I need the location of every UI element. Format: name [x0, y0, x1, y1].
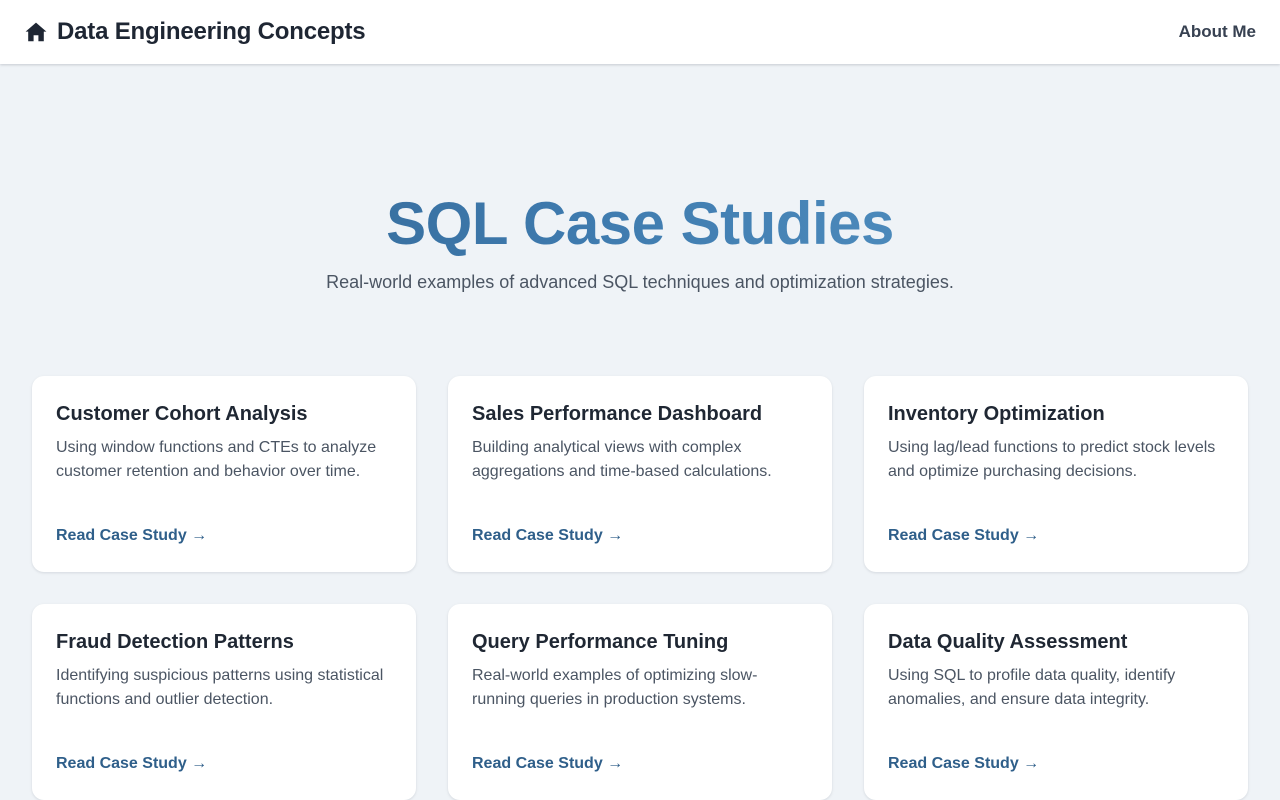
card-title: Sales Performance Dashboard	[472, 403, 763, 425]
card-description: Real-world examples of optimizing slow-r…	[472, 667, 758, 708]
card-description: Using lag/lead functions to predict stoc…	[888, 439, 1216, 480]
read-case-study-link[interactable]: Read Case Study →	[472, 754, 623, 774]
hero-section: SQL Case Studies Real-world examples of …	[0, 64, 1280, 364]
read-case-study-link[interactable]: Read Case Study →	[472, 526, 623, 546]
card-description: Using SQL to profile data quality, ident…	[888, 667, 1176, 708]
case-study-card[interactable]: Sales Performance Dashboard Building ana…	[448, 376, 832, 572]
read-case-study-link[interactable]: Read Case Study →	[56, 526, 207, 546]
page-subtitle: Real-world examples of advanced SQL tech…	[326, 272, 954, 292]
case-study-card[interactable]: Customer Cohort Analysis Using window fu…	[32, 376, 416, 572]
card-title: Inventory Optimization	[888, 403, 1105, 425]
card-description: Using window functions and CTEs to analy…	[56, 439, 377, 480]
card-description: Identifying suspicious patterns using st…	[56, 667, 384, 708]
case-study-card[interactable]: Query Performance Tuning Real-world exam…	[448, 604, 832, 800]
top-navbar: Data Engineering Concepts About Me	[0, 0, 1280, 64]
card-description: Building analytical views with complex a…	[472, 439, 772, 480]
read-case-study-link[interactable]: Read Case Study →	[56, 754, 207, 774]
card-title: Fraud Detection Patterns	[56, 631, 294, 653]
read-case-study-link[interactable]: Read Case Study →	[888, 754, 1039, 774]
case-study-card[interactable]: Data Quality Assessment Using SQL to pro…	[864, 604, 1248, 800]
case-study-card[interactable]: Fraud Detection Patterns Identifying sus…	[32, 604, 416, 800]
home-icon	[24, 20, 48, 44]
card-title: Query Performance Tuning	[472, 631, 729, 653]
card-title: Customer Cohort Analysis	[56, 403, 308, 425]
page-title: SQL Case Studies	[0, 188, 1280, 260]
site-title: Data Engineering Concepts	[57, 18, 366, 45]
case-study-grid: Customer Cohort Analysis Using window fu…	[32, 376, 1248, 800]
card-title: Data Quality Assessment	[888, 631, 1128, 653]
read-case-study-link[interactable]: Read Case Study →	[888, 526, 1039, 546]
case-study-card[interactable]: Inventory Optimization Using lag/lead fu…	[864, 376, 1248, 572]
home-link[interactable]: Data Engineering Concepts	[24, 18, 366, 46]
about-me-link[interactable]: About Me	[1179, 22, 1256, 42]
